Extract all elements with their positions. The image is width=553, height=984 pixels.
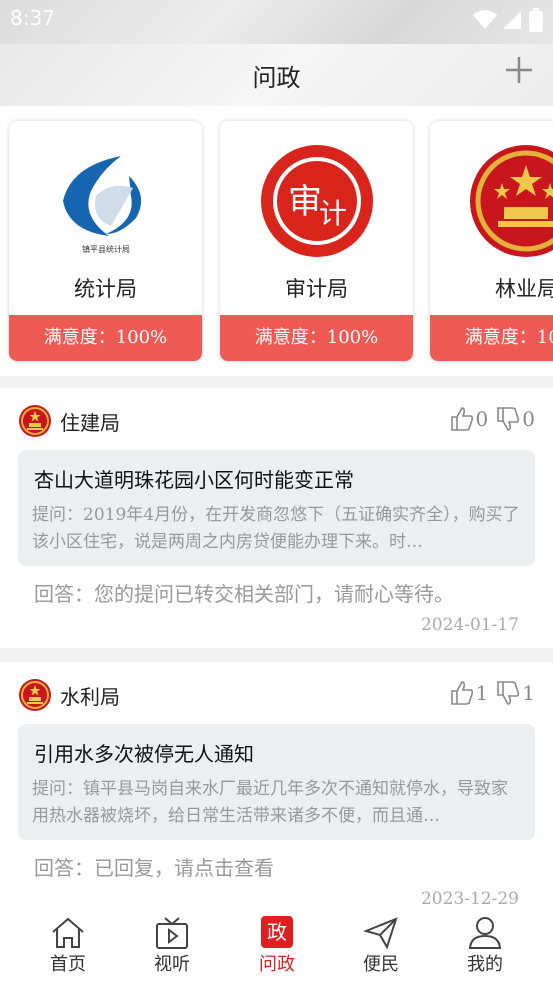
send-icon: [363, 917, 398, 950]
thumbs-down-icon[interactable]: [496, 406, 520, 432]
tv-play-icon: [156, 917, 188, 949]
thumbs-up-icon[interactable]: [450, 406, 474, 432]
tab-label: 问政: [259, 954, 295, 975]
like-count: 1: [475, 681, 489, 705]
add-icon[interactable]: [503, 54, 535, 86]
question-title: 引用水多次被停无人通知: [34, 742, 254, 766]
home-icon: [52, 917, 84, 948]
question-header: 住建局 0 0: [18, 404, 535, 438]
vote-group: 0 0: [450, 406, 535, 432]
svg-text:审: 审: [288, 182, 322, 222]
signal-icon: [503, 11, 521, 29]
user-icon: [468, 917, 502, 949]
tab-label: 首页: [50, 954, 86, 975]
answer-text: 回答：已回复，请点击查看: [34, 856, 274, 880]
question-card[interactable]: 水利局 1 1 引用水多次被停无人通知 提问：镇平县马岗自来水厂最近几年多次不通…: [0, 662, 553, 909]
vote-group: 1 1: [450, 680, 535, 706]
svg-text:计: 计: [318, 197, 346, 230]
statistics-logo-icon: 镇平县统计局: [9, 141, 202, 261]
department-name: 审计局: [285, 277, 348, 301]
department-rating: 满意度：100%: [9, 315, 202, 361]
department-rating: 满意度：100%: [220, 315, 413, 361]
bottom-tab-bar: 首页 视听 政 问政 便民 我的: [0, 908, 553, 984]
question-box[interactable]: 杏山大道明珠花园小区何时能变正常 提问：2019年4月份，在开发商忽悠下（五证确…: [18, 450, 535, 566]
national-emblem-icon: [19, 679, 51, 711]
answer-text: 回答：您的提问已转交相关部门，请耐心等待。: [34, 582, 454, 606]
department-name: 林业局: [495, 277, 553, 301]
dislike-count: 0: [522, 407, 535, 431]
tab-politics[interactable]: 政 问政: [237, 916, 317, 976]
like-count: 0: [475, 407, 489, 431]
department-carousel[interactable]: 镇平县统计局 统计局 满意度：100% 审 计 审计局 满意度：100% 林业局…: [0, 106, 553, 376]
statistics-logo-caption: 镇平县统计局: [82, 244, 130, 254]
tab-video[interactable]: 视听: [132, 916, 212, 976]
tab-label: 我的: [467, 954, 503, 975]
dislike-count: 1: [522, 681, 535, 705]
department-card-statistics[interactable]: 镇平县统计局 统计局 满意度：100%: [9, 121, 202, 361]
question-title: 杏山大道明珠花园小区何时能变正常: [34, 468, 354, 492]
status-time: 8:37: [10, 6, 55, 30]
question-department: 水利局: [60, 685, 120, 709]
question-text: 提问：2019年4月份，在开发商忽悠下（五证确实齐全），购买了该小区住宅，说是两…: [32, 505, 520, 552]
department-card-audit[interactable]: 审 计 审计局 满意度：100%: [220, 121, 413, 361]
thumbs-down-icon[interactable]: [496, 680, 520, 706]
question-date: 2023-12-29: [420, 889, 519, 909]
status-bar: 8:37: [0, 0, 553, 44]
department-card-forestry[interactable]: 林业局 满意度：100%: [430, 121, 553, 361]
question-date: 2024-01-17: [420, 615, 519, 635]
page-title: 问政: [252, 64, 301, 92]
tab-service[interactable]: 便民: [341, 916, 421, 976]
question-header: 水利局 1 1: [18, 678, 535, 712]
title-bar: 问政: [0, 44, 553, 106]
question-card[interactable]: 住建局 0 0 杏山大道明珠花园小区何时能变正常 提问：2019年4月份，在开发…: [0, 388, 553, 648]
department-rating: 满意度：100%: [430, 315, 553, 361]
tab-label: 视听: [154, 954, 190, 975]
tab-label: 便民: [363, 954, 399, 975]
question-box[interactable]: 引用水多次被停无人通知 提问：镇平县马岗自来水厂最近几年多次不通知就停水，导致家…: [18, 724, 535, 840]
question-text: 提问：镇平县马岗自来水厂最近几年多次不通知就停水，导致家用热水器被烧坏，给日常生…: [32, 779, 508, 826]
national-emblem-icon: [19, 405, 51, 437]
wifi-icon: [473, 10, 497, 29]
national-emblem-icon: [430, 141, 553, 261]
status-icons: [473, 8, 543, 32]
department-name: 统计局: [74, 277, 137, 301]
tab-home[interactable]: 首页: [28, 916, 108, 976]
thumbs-up-icon[interactable]: [450, 680, 474, 706]
tab-mine[interactable]: 我的: [445, 916, 525, 976]
question-department: 住建局: [60, 411, 120, 435]
audit-logo-icon: 审 计: [220, 141, 413, 261]
battery-icon: [529, 8, 543, 32]
politics-icon: 政: [261, 916, 293, 948]
